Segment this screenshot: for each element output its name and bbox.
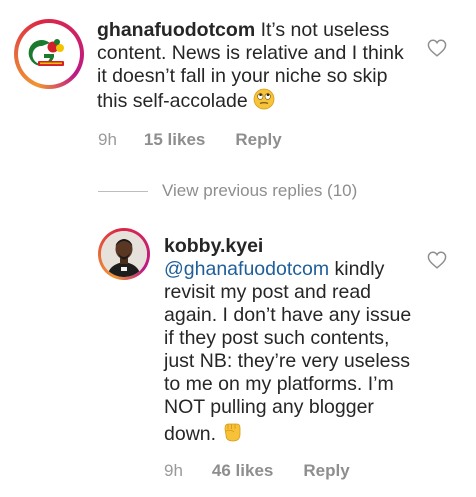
avatar-image <box>101 231 147 277</box>
mention-link[interactable]: @ghanafuodotcom <box>164 258 329 280</box>
heart-outline-icon[interactable] <box>427 251 447 269</box>
avatar-image <box>18 23 80 85</box>
comment-body: kindly revisit my post and read again. I… <box>164 258 412 445</box>
view-replies-label[interactable]: View previous replies (10) <box>162 181 357 201</box>
likes-count[interactable]: 15 likes <box>144 130 205 150</box>
reply-button[interactable]: Reply <box>303 461 349 481</box>
comment-time: 9h <box>98 130 117 149</box>
comment-time: 9h <box>164 461 183 480</box>
comment-meta: 9h 46 likes Reply <box>164 461 350 481</box>
likes-count[interactable]: 46 likes <box>212 461 273 481</box>
person-portrait-icon <box>101 231 147 277</box>
ghanafuo-logo <box>20 25 78 83</box>
comment-username[interactable]: ghanafuodotcom <box>97 19 255 41</box>
comment-text: kobby.kyei @ghanafuodotcom kindly revisi… <box>164 235 422 449</box>
comment-meta: 9h 15 likes Reply <box>98 130 282 150</box>
comment-username[interactable]: kobby.kyei <box>164 235 263 257</box>
avatar-kobby-kyei[interactable] <box>98 228 150 280</box>
reply-button[interactable]: Reply <box>235 130 281 150</box>
eye-roll-emoji-icon <box>253 88 275 116</box>
view-previous-replies-button[interactable]: View previous replies (10) <box>98 181 357 201</box>
raised-fist-emoji-icon <box>221 419 243 449</box>
avatar-ghanafuodotcom[interactable] <box>14 19 84 89</box>
replies-divider-line <box>98 190 148 192</box>
heart-outline-icon[interactable] <box>427 39 447 57</box>
comment-text: ghanafuodotcom It’s not useless content.… <box>97 19 415 116</box>
